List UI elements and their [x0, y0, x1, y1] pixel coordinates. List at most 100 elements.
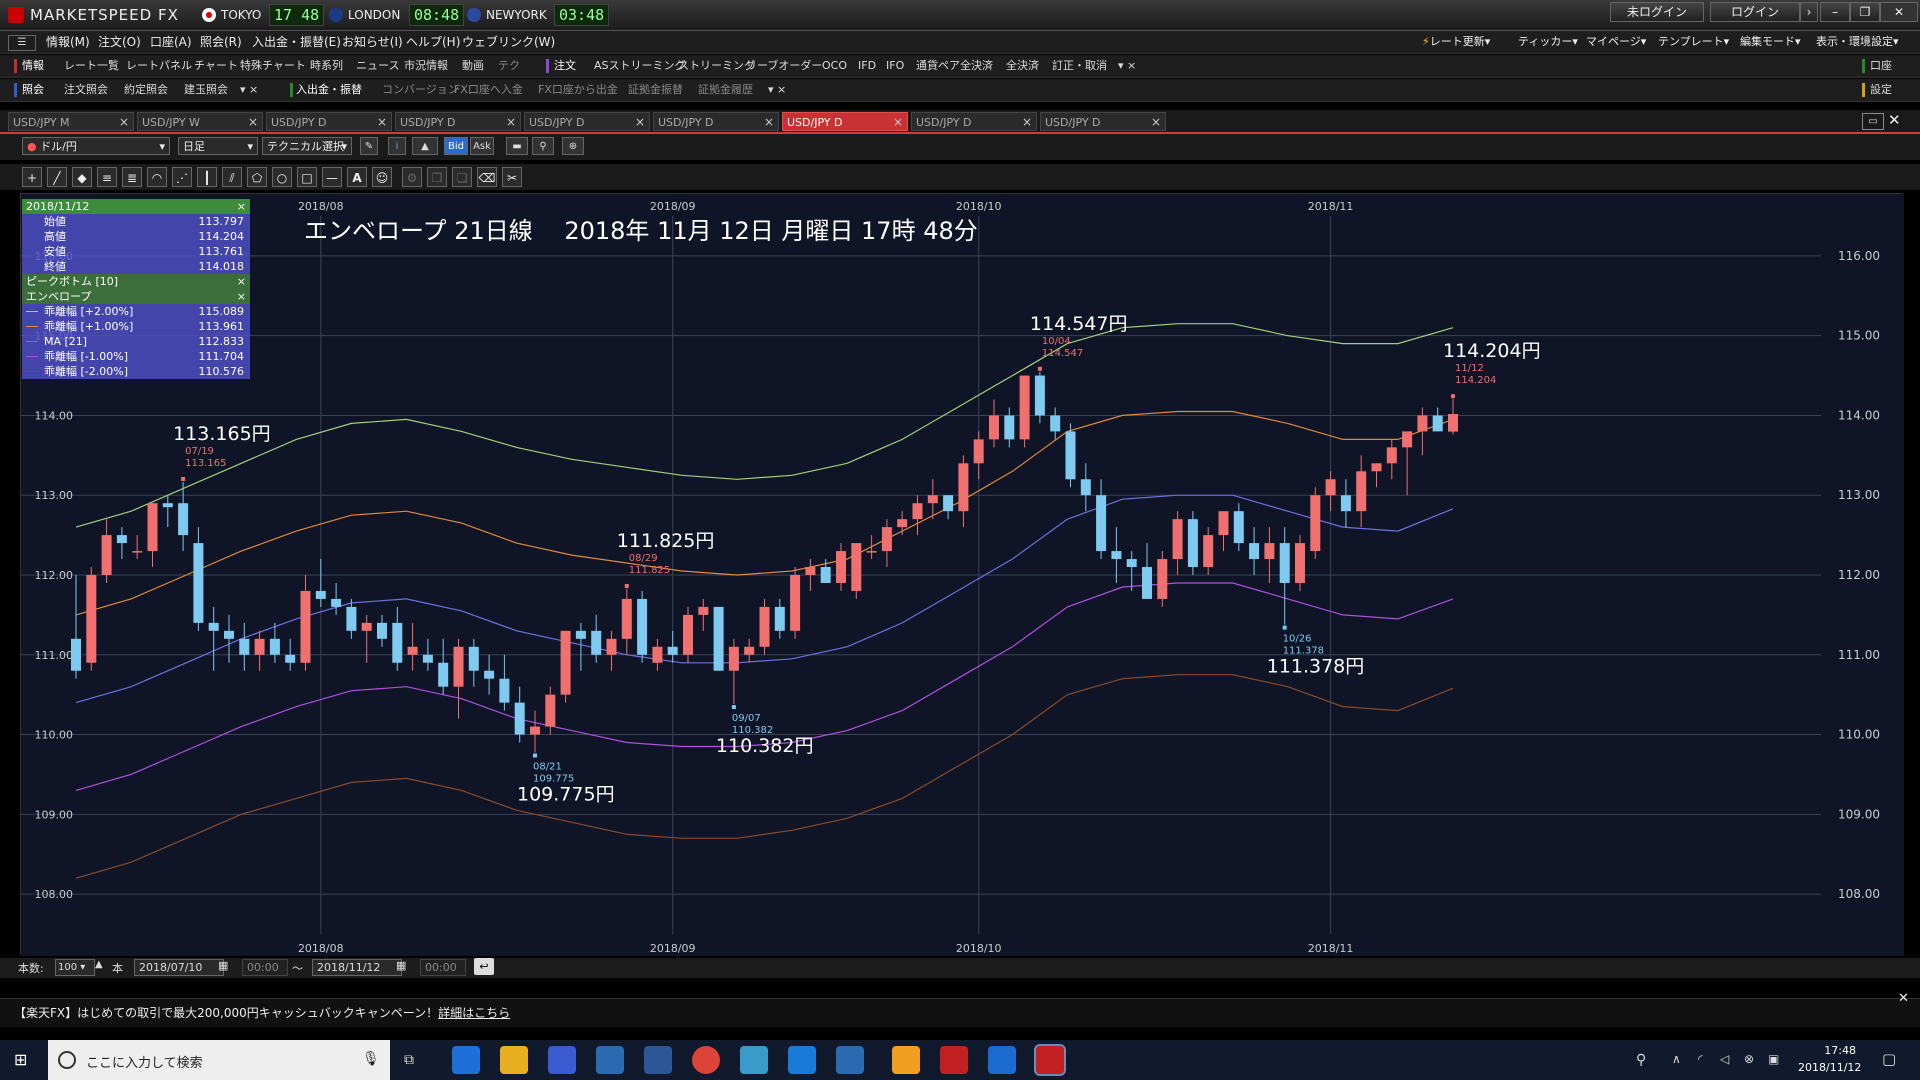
trendline-icon[interactable]: ╱ [47, 167, 67, 187]
settings-tool-icon[interactable]: ⚙ [402, 167, 422, 187]
pen-icon[interactable]: ✎ [360, 137, 378, 155]
toolbar-pair-settle[interactable]: 通貨ペア全決済 [916, 55, 993, 77]
toolbar-settings[interactable]: 設定 [1870, 79, 1892, 101]
chart-tab[interactable]: USD/JPY D × [782, 112, 908, 131]
chart-type-icon[interactable]: ▲ [412, 137, 438, 155]
chart-tab[interactable]: USD/JPY W × [137, 112, 263, 131]
windows-start-icon[interactable]: ⊞ [14, 1052, 30, 1068]
outlook-icon[interactable] [988, 1046, 1016, 1074]
toolbar-video[interactable]: 動画 [462, 55, 484, 77]
time-to-input[interactable]: 00:00 [420, 959, 466, 976]
network-icon[interactable]: ⊗ [1744, 1052, 1754, 1066]
toolbar-ifd[interactable]: IFD [858, 55, 876, 77]
toolbar-execution-inquiry[interactable]: 約定照会 [124, 79, 168, 101]
tab-close-icon[interactable]: × [119, 113, 129, 132]
candlestick-chart[interactable]: 116.00116.00115.00115.00114.00114.00113.… [20, 193, 1904, 956]
delete-tool-icon[interactable]: ⌫ [477, 167, 497, 187]
menu-inquiry[interactable]: 照会(R) [200, 31, 242, 53]
toolbar-streaming[interactable]: ストリーミング [678, 55, 755, 77]
tab-close-icon[interactable]: × [893, 113, 903, 132]
toolbar-all-settle[interactable]: 全決済 [1006, 55, 1039, 77]
login-arrow-icon[interactable]: › [1800, 2, 1818, 22]
data-window-close-icon[interactable]: × [237, 199, 246, 214]
count-select[interactable]: 100 ▾ [55, 959, 95, 976]
login-button[interactable]: ログイン [1710, 2, 1800, 22]
chart-tab[interactable]: USD/JPY D × [1040, 112, 1166, 131]
info-icon[interactable]: i [388, 137, 406, 155]
technical-select[interactable]: テクニカル選択 ▾ [262, 137, 352, 155]
feather-app-icon[interactable] [836, 1046, 864, 1074]
chart-canvas[interactable]: 116.00116.00115.00115.00114.00114.00113.… [21, 194, 1904, 956]
tab-close-icon[interactable]: × [377, 113, 387, 132]
bird-app-icon[interactable] [740, 1046, 768, 1074]
toolbar-more-icon[interactable]: ▾ × [1118, 55, 1136, 77]
orange-app-icon[interactable] [892, 1046, 920, 1074]
chart-tab[interactable]: USD/JPY D × [524, 112, 650, 131]
menu-template[interactable]: テンプレート▾ [1658, 31, 1729, 53]
bid-button[interactable]: Bid [444, 137, 468, 155]
toolbar-news[interactable]: ニュース [356, 55, 399, 77]
copy-tool-icon[interactable]: ❐ [427, 167, 447, 187]
file-explorer-icon[interactable] [500, 1046, 528, 1074]
menu-account[interactable]: 口座(A) [150, 31, 192, 53]
menu-mypage[interactable]: マイページ▾ [1586, 31, 1646, 53]
toolbar-ifo[interactable]: IFO [886, 55, 904, 77]
marketspeed-icon[interactable] [940, 1046, 968, 1074]
toolbar-more-icon[interactable]: ▾ × [768, 79, 786, 101]
menu-deposit[interactable]: 入出金・振替(E) [252, 31, 341, 53]
task-view-icon[interactable]: ⧉ [404, 1052, 414, 1068]
toolbar-margin-transfer[interactable]: 証拠金振替 [628, 79, 683, 101]
edge-legacy-icon[interactable] [452, 1046, 480, 1074]
toolbar-leave-order[interactable]: リーブオーダー [746, 55, 822, 77]
toolbar-technical[interactable]: テク [498, 55, 520, 77]
envelope-close-icon[interactable]: × [237, 289, 246, 304]
calendar-app-icon[interactable] [548, 1046, 576, 1074]
marketspeed-fx-icon[interactable] [1034, 1044, 1066, 1076]
minimize-button[interactable]: – [1820, 2, 1850, 22]
chart-tab[interactable]: USD/JPY D × [266, 112, 392, 131]
chart-tab[interactable]: USD/JPY D × [653, 112, 779, 131]
tab-close-icon[interactable]: × [1022, 113, 1032, 132]
pitchfork-icon[interactable]: ⋰ [172, 167, 192, 187]
menu-info[interactable]: 情報(M) [46, 31, 90, 53]
toolbar-account[interactable]: 口座 [1870, 55, 1892, 77]
count-up-icon[interactable]: ▲ [95, 959, 103, 970]
edge-icon[interactable] [788, 1046, 816, 1074]
ime-icon[interactable]: ▣ [1768, 1052, 1779, 1066]
apply-range-icon[interactable]: ↩ [474, 958, 494, 975]
menu-weblink[interactable]: ウェブリンク(W) [462, 31, 555, 53]
toolbar-special-chart[interactable]: 特殊チャート [240, 55, 306, 77]
toolbar-margin-history[interactable]: 証拠金履歴 [698, 79, 753, 101]
toolbar-order-inquiry[interactable]: 注文照会 [64, 79, 108, 101]
ask-button[interactable]: Ask [470, 137, 494, 155]
zoom-in-icon[interactable]: ⊕ [562, 137, 584, 155]
tab-close-icon[interactable]: × [248, 113, 258, 132]
tab-close-icon[interactable]: × [764, 113, 774, 132]
toolbar-chart[interactable]: チャート [194, 55, 238, 77]
toolbar-as-streaming[interactable]: ASストリーミング [594, 55, 686, 77]
toolbar-market-info[interactable]: 市況情報 [404, 55, 448, 77]
zoom-out-icon[interactable]: ⚲ [532, 137, 554, 155]
close-window-icon[interactable]: ✕ [1888, 111, 1901, 129]
toolbar-position-inquiry[interactable]: 建玉照会 [184, 79, 228, 101]
circle-icon[interactable]: ○ [272, 167, 292, 187]
restore-button[interactable]: ❐ [1850, 2, 1880, 22]
menu-ticker[interactable]: ティッカー▾ [1518, 31, 1578, 53]
word-icon[interactable] [644, 1046, 672, 1074]
line-icon[interactable]: — [322, 167, 342, 187]
vertical-lines-icon[interactable]: ┃ [197, 167, 217, 187]
date-from-input[interactable]: 2018/07/10 [134, 959, 224, 976]
menu-help[interactable]: ヘルプ(H) [406, 31, 460, 53]
chart-style-icon[interactable]: ▬ [506, 137, 528, 155]
close-button[interactable]: ✕ [1880, 2, 1918, 22]
menu-rate-update[interactable]: ⚡レート更新▾ [1422, 31, 1490, 53]
timeframe-select[interactable]: 日足 ▾ [178, 137, 258, 155]
microphone-icon[interactable]: 🎙 [362, 1051, 380, 1067]
icon-tool-icon[interactable]: ☺ [372, 167, 392, 187]
toolbar-conversion[interactable]: コンバージョン [382, 79, 459, 101]
peak-bottom-close-icon[interactable]: × [237, 274, 246, 289]
toolbar-timeseries[interactable]: 時系列 [310, 55, 343, 77]
menu-edit-mode[interactable]: 編集モード▾ [1740, 31, 1801, 53]
pentagon-icon[interactable]: ⬠ [247, 167, 267, 187]
rectangle-icon[interactable]: □ [297, 167, 317, 187]
